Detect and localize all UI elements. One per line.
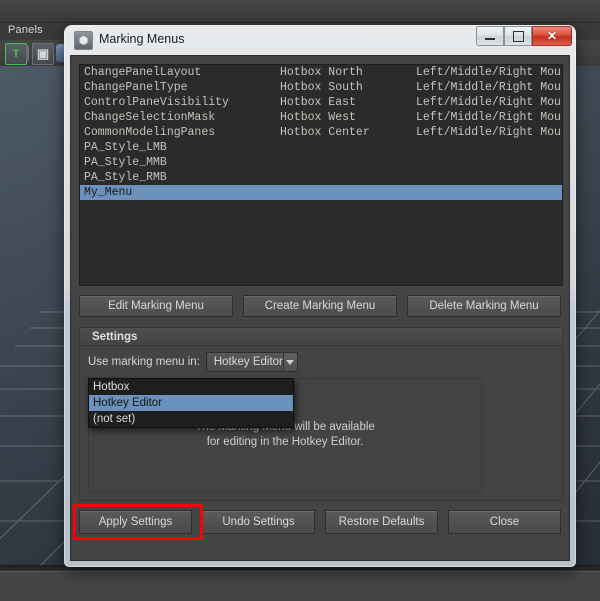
marking-menu-action-buttons: Edit Marking Menu Create Marking Menu Dele… [79, 295, 561, 317]
marking-menu-position: Hotbox North [280, 65, 416, 80]
minimize-button[interactable] [476, 26, 504, 46]
use-marking-menu-value: Hotkey Editor [207, 356, 283, 368]
settings-header-label: Settings [92, 331, 137, 343]
minimize-icon [485, 38, 495, 40]
toolbar-divider [26, 45, 29, 61]
marking-menu-name: PA_Style_LMB [84, 140, 280, 155]
cube-tool-icon[interactable]: ▣ [32, 43, 54, 65]
marking-menu-name: ChangeSelectionMask [84, 110, 280, 125]
use-marking-menu-row: Use marking menu in: Hotkey Editor Hotbo… [88, 352, 554, 372]
marking-menu-keys: Left/Middle/Right Mouse Bu… [416, 65, 562, 80]
marking-menu-name: CommonModelingPanes [84, 125, 280, 140]
dropdown-option[interactable]: (not set) [89, 411, 293, 427]
marking-menu-keys [416, 185, 562, 200]
maximize-icon [513, 31, 524, 42]
marking-menus-dialog: ⬢ Marking Menus ✕ ChangePanelLayoutHotbo… [64, 25, 576, 567]
marking-menu-keys: Left/Middle/Right Mouse Bu… [416, 125, 562, 140]
marking-menu-row[interactable]: ChangePanelLayoutHotbox NorthLeft/Middle… [80, 65, 562, 80]
dropdown-option[interactable]: Hotbox [89, 379, 293, 395]
marking-menu-list[interactable]: ChangePanelLayoutHotbox NorthLeft/Middle… [79, 64, 563, 286]
maya-menu-panels[interactable]: Panels [8, 24, 43, 36]
marking-menu-row[interactable]: ControlPaneVisibilityHotbox EastLeft/Mid… [80, 95, 562, 110]
marking-menu-keys [416, 155, 562, 170]
marking-menu-keys: Left/Middle/Right Mouse Bu… [416, 80, 562, 95]
marking-menu-position: Hotbox South [280, 80, 416, 95]
marking-menu-position [280, 155, 416, 170]
marking-menu-position [280, 185, 416, 200]
marking-menu-row[interactable]: My_Menu [80, 185, 562, 200]
marking-menu-position: Hotbox Center [280, 125, 416, 140]
marking-menu-name: My_Menu [84, 185, 280, 200]
marking-menu-row[interactable]: PA_Style_LMB [80, 140, 562, 155]
maximize-button[interactable] [504, 26, 532, 46]
settings-section-header[interactable]: Settings [79, 327, 563, 346]
edit-marking-menu-button[interactable]: Edit Marking Menu [79, 295, 233, 317]
close-icon: ✕ [547, 30, 557, 42]
dropdown-toggle[interactable] [283, 353, 297, 371]
close-button[interactable]: ✕ [532, 26, 572, 46]
maya-app-icon: ⬢ [74, 31, 93, 50]
use-marking-menu-label: Use marking menu in: [88, 356, 200, 368]
marking-menu-name: ChangePanelType [84, 80, 280, 95]
marking-menu-row[interactable]: CommonModelingPanesHotbox CenterLeft/Mid… [80, 125, 562, 140]
marking-menu-name: ControlPaneVisibility [84, 95, 280, 110]
marking-menu-position [280, 140, 416, 155]
use-marking-menu-dropdown-list[interactable]: HotboxHotkey Editor(not set) [88, 378, 294, 428]
settings-panel: The Marking Menu will be available for e… [79, 346, 563, 501]
dialog-title-bar[interactable]: ⬢ Marking Menus ✕ [64, 25, 576, 55]
close-button[interactable]: Close [448, 510, 561, 534]
dropdown-option[interactable]: Hotkey Editor [89, 395, 293, 411]
apply-settings-button[interactable]: Apply Settings [79, 510, 192, 534]
delete-marking-menu-button[interactable]: Delete Marking Menu [407, 295, 561, 317]
text-tool-icon[interactable]: T [5, 43, 27, 65]
create-marking-menu-button[interactable]: Create Marking Menu [243, 295, 397, 317]
dialog-bottom-buttons: Apply Settings Undo Settings Restore Defau… [79, 510, 561, 534]
marking-menu-keys [416, 170, 562, 185]
marking-menu-keys [416, 140, 562, 155]
marking-menu-row[interactable]: ChangePanelTypeHotbox SouthLeft/Middle/R… [80, 80, 562, 95]
dialog-body: ChangePanelLayoutHotbox NorthLeft/Middle… [70, 55, 570, 561]
maya-status-bar [0, 571, 600, 601]
use-marking-menu-select[interactable]: Hotkey Editor [206, 352, 298, 372]
marking-menu-name: ChangePanelLayout [84, 65, 280, 80]
undo-settings-button[interactable]: Undo Settings [202, 510, 315, 534]
marking-menu-row[interactable]: ChangeSelectionMaskHotbox WestLeft/Middl… [80, 110, 562, 125]
marking-menu-name: PA_Style_RMB [84, 170, 280, 185]
marking-menu-position [280, 170, 416, 185]
restore-defaults-button[interactable]: Restore Defaults [325, 510, 438, 534]
marking-menu-position: Hotbox East [280, 95, 416, 110]
marking-menu-keys: Left/Middle/Right Mouse Bu… [416, 95, 562, 110]
marking-menu-row[interactable]: PA_Style_MMB [80, 155, 562, 170]
dialog-title: Marking Menus [99, 32, 184, 46]
marking-menu-name: PA_Style_MMB [84, 155, 280, 170]
chevron-down-icon [286, 360, 294, 365]
marking-menu-position: Hotbox West [280, 110, 416, 125]
maya-menu-bar [0, 0, 600, 23]
marking-menu-row[interactable]: PA_Style_RMB [80, 170, 562, 185]
marking-menu-keys: Left/Middle/Right Mouse Bu… [416, 110, 562, 125]
